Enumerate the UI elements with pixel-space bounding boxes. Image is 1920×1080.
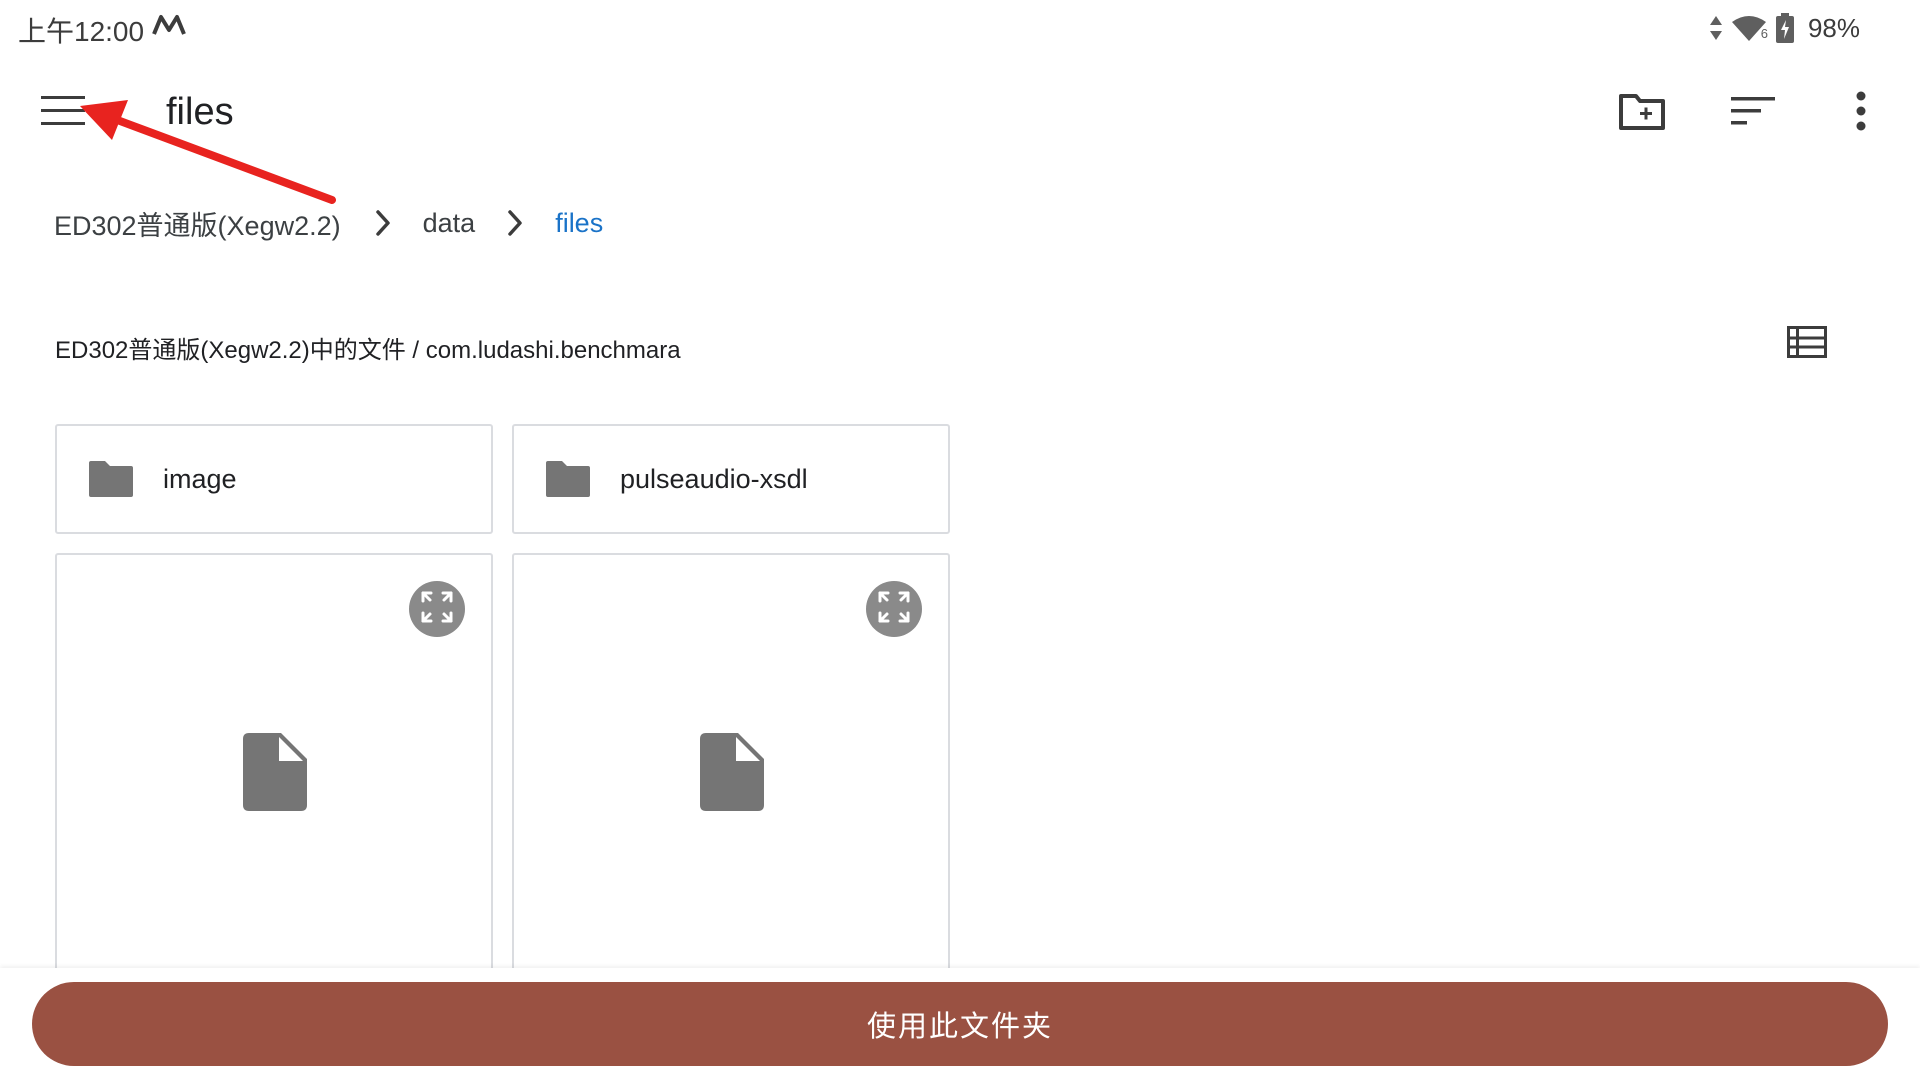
- file-icon: [243, 733, 307, 811]
- status-icons: 6 98%: [1709, 10, 1860, 46]
- battery-percentage: 98%: [1807, 12, 1860, 43]
- expand-preview-button[interactable]: [409, 581, 465, 637]
- network-badge: 6: [1760, 25, 1768, 41]
- list-view-icon: [1787, 325, 1827, 363]
- folder-name: image: [163, 463, 237, 494]
- status-time: 上午12:00: [18, 16, 145, 47]
- file-picker-screen: 上午12:00 6 98% files ED302普通版(Xegw2.2) da…: [0, 0, 1920, 1080]
- more-options-button[interactable]: [1836, 88, 1886, 138]
- chevron-right-icon: [353, 200, 413, 246]
- sort-button[interactable]: [1728, 88, 1778, 138]
- menu-icon: [41, 94, 85, 133]
- breadcrumb-item-root[interactable]: ED302普通版(Xegw2.2): [54, 204, 341, 243]
- app-bar: files: [0, 70, 1920, 154]
- battery-charging-icon: [1775, 13, 1794, 43]
- list-view-toggle[interactable]: [1785, 324, 1829, 364]
- fullscreen-icon: [876, 589, 912, 630]
- menu-button[interactable]: [38, 88, 88, 138]
- file-item[interactable]: [55, 553, 493, 973]
- data-transfer-icon: [1709, 15, 1723, 41]
- new-folder-icon: [1618, 91, 1666, 136]
- expand-preview-button[interactable]: [866, 581, 922, 637]
- page-title: files: [166, 91, 234, 133]
- folder-icon: [544, 459, 592, 499]
- sort-icon: [1731, 95, 1775, 132]
- breadcrumb: ED302普通版(Xegw2.2) data files: [54, 200, 603, 246]
- new-folder-button[interactable]: [1617, 88, 1667, 138]
- file-item[interactable]: [512, 553, 950, 973]
- folder-name: pulseaudio-xsdl: [620, 463, 808, 494]
- breadcrumb-item-files[interactable]: files: [555, 208, 603, 239]
- app-notification-icon: [152, 14, 186, 36]
- breadcrumb-item-data[interactable]: data: [423, 208, 476, 239]
- file-icon: [700, 733, 764, 811]
- bottom-action-bar: 使用此文件夹: [0, 968, 1920, 1080]
- fullscreen-icon: [419, 589, 455, 630]
- use-this-folder-button[interactable]: 使用此文件夹: [32, 982, 1888, 1066]
- more-vert-icon: [1855, 91, 1867, 136]
- status-bar: 上午12:00 6 98%: [0, 0, 1920, 56]
- location-subheader: ED302普通版(Xegw2.2)中的文件 / com.ludashi.benc…: [55, 337, 681, 364]
- folder-icon: [87, 459, 135, 499]
- folder-item-image[interactable]: image: [55, 424, 493, 534]
- chevron-right-icon: [485, 200, 545, 246]
- folder-item-pulseaudio-xsdl[interactable]: pulseaudio-xsdl: [512, 424, 950, 534]
